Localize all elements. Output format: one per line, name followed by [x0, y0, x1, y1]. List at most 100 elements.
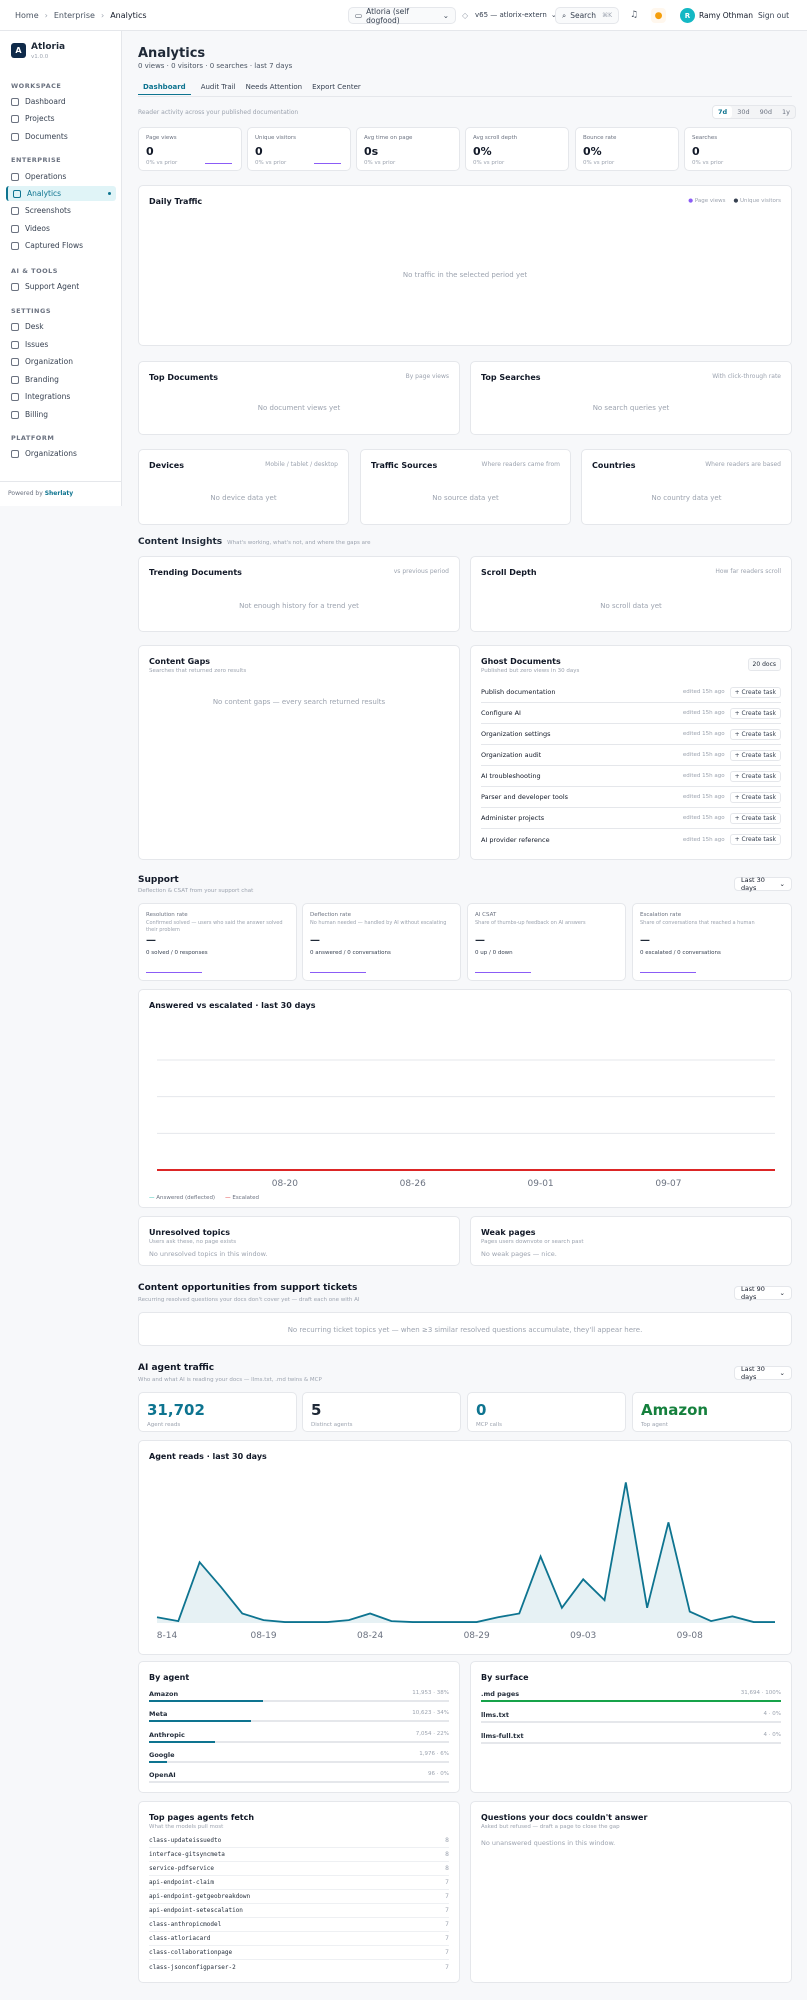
tab-export-center[interactable]: Export Center: [312, 83, 361, 95]
version-selector[interactable]: v65 — atlorix-extern ⌄: [475, 11, 557, 19]
create-task-button[interactable]: + Create task: [729, 728, 781, 740]
breadcrumb-enterprise[interactable]: Enterprise: [54, 11, 95, 20]
card-title: Daily Traffic: [149, 197, 203, 206]
tab-audit-trail[interactable]: Audit Trail: [201, 83, 236, 95]
powered-brand[interactable]: Sherlaty: [45, 490, 74, 497]
sidebar-item-label: Branding: [25, 375, 59, 384]
opportunities-range-select[interactable]: Last 90 days ⌄: [734, 1285, 792, 1301]
theme-toggle-icon[interactable]: ●: [651, 8, 666, 23]
sidebar-item-operations[interactable]: Operations: [6, 169, 116, 184]
folder-icon: ▭: [355, 11, 363, 20]
doc-title[interactable]: Organization audit: [481, 751, 541, 759]
tab-needs-attention[interactable]: Needs Attention: [246, 83, 302, 95]
stat-prior: 0% vs prior: [255, 160, 287, 166]
workspace-label: Atloria (self dogfood): [366, 6, 410, 25]
list-item[interactable]: class-collaborationpage 7: [149, 1946, 449, 1960]
page-path: service-pdfservice: [149, 1865, 215, 1872]
sidebar-item-support-agent[interactable]: Support Agent: [6, 279, 116, 294]
card-title: Scroll Depth: [481, 568, 537, 577]
create-task-button[interactable]: + Create task: [729, 770, 781, 782]
list-item[interactable]: class-anthropicmodel 7: [149, 1918, 449, 1932]
org-name[interactable]: Atloria: [31, 42, 65, 52]
sidebar-item-issues[interactable]: Issues: [6, 337, 116, 352]
agent-name: Amazon: [149, 1690, 179, 1698]
search-icon: ⌕: [562, 10, 567, 20]
empty-state: Not enough history for a trend yet: [239, 602, 359, 610]
tab-dashboard[interactable]: Dashboard: [138, 83, 191, 95]
user-name[interactable]: Ramy Othman: [699, 11, 753, 20]
sidebar-item-organizations[interactable]: Organizations: [6, 446, 116, 461]
list-item[interactable]: interface-gitsyncmeta 8: [149, 1848, 449, 1862]
range-7d[interactable]: 7d: [713, 106, 733, 118]
powered-by: Powered by Sherlaty: [8, 490, 73, 497]
sidebar-item-label: Organization: [25, 357, 73, 366]
search-button[interactable]: ⌕ Search ⌘K: [555, 7, 619, 24]
list-item[interactable]: Organization audit edited 15h ago + Create…: [481, 745, 781, 766]
create-task-button[interactable]: + Create task: [729, 707, 781, 719]
range-90d[interactable]: 90d: [755, 106, 777, 118]
sparkline: [310, 972, 366, 973]
doc-title[interactable]: Parser and developer tools: [481, 793, 568, 801]
sidebar-item-billing[interactable]: Billing: [6, 407, 116, 422]
list-item[interactable]: service-pdfservice 8: [149, 1862, 449, 1876]
range-30d[interactable]: 30d: [732, 106, 754, 118]
sidebar-item-dashboard[interactable]: Dashboard: [6, 94, 116, 109]
ai-traffic-subtitle: Who and what AI is reading your docs — l…: [138, 1377, 322, 1383]
page-subtitle: Reader activity across your published do…: [138, 109, 299, 116]
bell-icon[interactable]: ♫: [630, 10, 638, 20]
sparkline: [146, 972, 202, 973]
list-item[interactable]: api-endpoint-claim 7: [149, 1876, 449, 1890]
list-item[interactable]: Configure AI edited 15h ago + Create task: [481, 703, 781, 724]
sidebar-item-documents[interactable]: Documents: [6, 129, 116, 144]
chevron-down-icon: ⌄: [779, 880, 785, 888]
flow-icon: [11, 241, 19, 250]
list-item[interactable]: Publish documentation edited 15h ago + Cre…: [481, 682, 781, 703]
fetch-count: 8: [445, 1865, 449, 1872]
agent-name: Meta: [149, 1710, 168, 1718]
avatar[interactable]: R: [680, 8, 695, 23]
ai-range-select[interactable]: Last 30 days ⌄: [734, 1365, 792, 1381]
workspace-selector[interactable]: ▭ Atloria (self dogfood) ⌄: [348, 6, 456, 25]
doc-title[interactable]: Configure AI: [481, 709, 521, 717]
breadcrumb: Home › Enterprise › Analytics: [15, 11, 147, 20]
doc-title[interactable]: AI provider reference: [481, 836, 550, 844]
list-item[interactable]: Parser and developer tools edited 15h ago…: [481, 787, 781, 808]
doc-title[interactable]: Organization settings: [481, 730, 551, 738]
sidebar-item-projects[interactable]: Projects: [6, 111, 116, 126]
sidebar-item-integrations[interactable]: Integrations: [6, 389, 116, 404]
signout-button[interactable]: Sign out: [758, 11, 789, 20]
list-item[interactable]: class-updateissuedto 8: [149, 1834, 449, 1848]
card-title: Unresolved topics: [149, 1228, 231, 1237]
doc-title[interactable]: Publish documentation: [481, 688, 555, 696]
agent-value: 1,976 · 6%: [419, 1751, 449, 1757]
list-item[interactable]: Organization settings edited 15h ago + Cre…: [481, 724, 781, 745]
sidebar-item-organization[interactable]: Organization: [6, 354, 116, 369]
x-tick-label: 09-03: [570, 1631, 596, 1641]
doc-title[interactable]: Administer projects: [481, 814, 544, 822]
create-task-button[interactable]: + Create task: [729, 812, 781, 824]
list-item[interactable]: AI troubleshooting edited 15h ago + Create…: [481, 766, 781, 787]
sidebar-item-screenshots[interactable]: Screenshots: [6, 203, 116, 218]
sidebar-item-captured-flows[interactable]: Captured Flows: [6, 238, 116, 253]
sidebar-item-desk[interactable]: Desk: [6, 319, 116, 334]
sidebar-item-analytics[interactable]: Analytics: [6, 186, 116, 201]
list-item[interactable]: api-endpoint-setescalation 7: [149, 1904, 449, 1918]
top-pages-card: Top pages agents fetch What the models p…: [138, 1801, 460, 1983]
create-task-button[interactable]: + Create task: [729, 791, 781, 803]
breadcrumb-home[interactable]: Home: [15, 11, 39, 20]
list-item[interactable]: Administer projects edited 15h ago + Creat…: [481, 808, 781, 829]
sidebar-item-videos[interactable]: Videos: [6, 221, 116, 236]
list-item[interactable]: api-endpoint-getgeobreakdown 7: [149, 1890, 449, 1904]
traffic-sources-card: Traffic Sources Where readers came from …: [360, 449, 571, 525]
support-range-select[interactable]: Last 30 days ⌄: [734, 876, 792, 892]
create-task-button[interactable]: + Create task: [729, 749, 781, 761]
doc-title[interactable]: AI troubleshooting: [481, 772, 541, 780]
create-task-button[interactable]: + Create task: [729, 834, 781, 845]
list-item[interactable]: class-jsonconfigparser-2 7: [149, 1960, 449, 1974]
sidebar-item-branding[interactable]: Branding: [6, 372, 116, 387]
create-task-button[interactable]: + Create task: [729, 686, 781, 698]
range-1y[interactable]: 1y: [777, 106, 795, 118]
agent-value: 10,623 · 34%: [412, 1710, 449, 1716]
list-item[interactable]: class-atloriacard 7: [149, 1932, 449, 1946]
list-item[interactable]: AI provider reference edited 15h ago + Cre…: [481, 829, 781, 850]
